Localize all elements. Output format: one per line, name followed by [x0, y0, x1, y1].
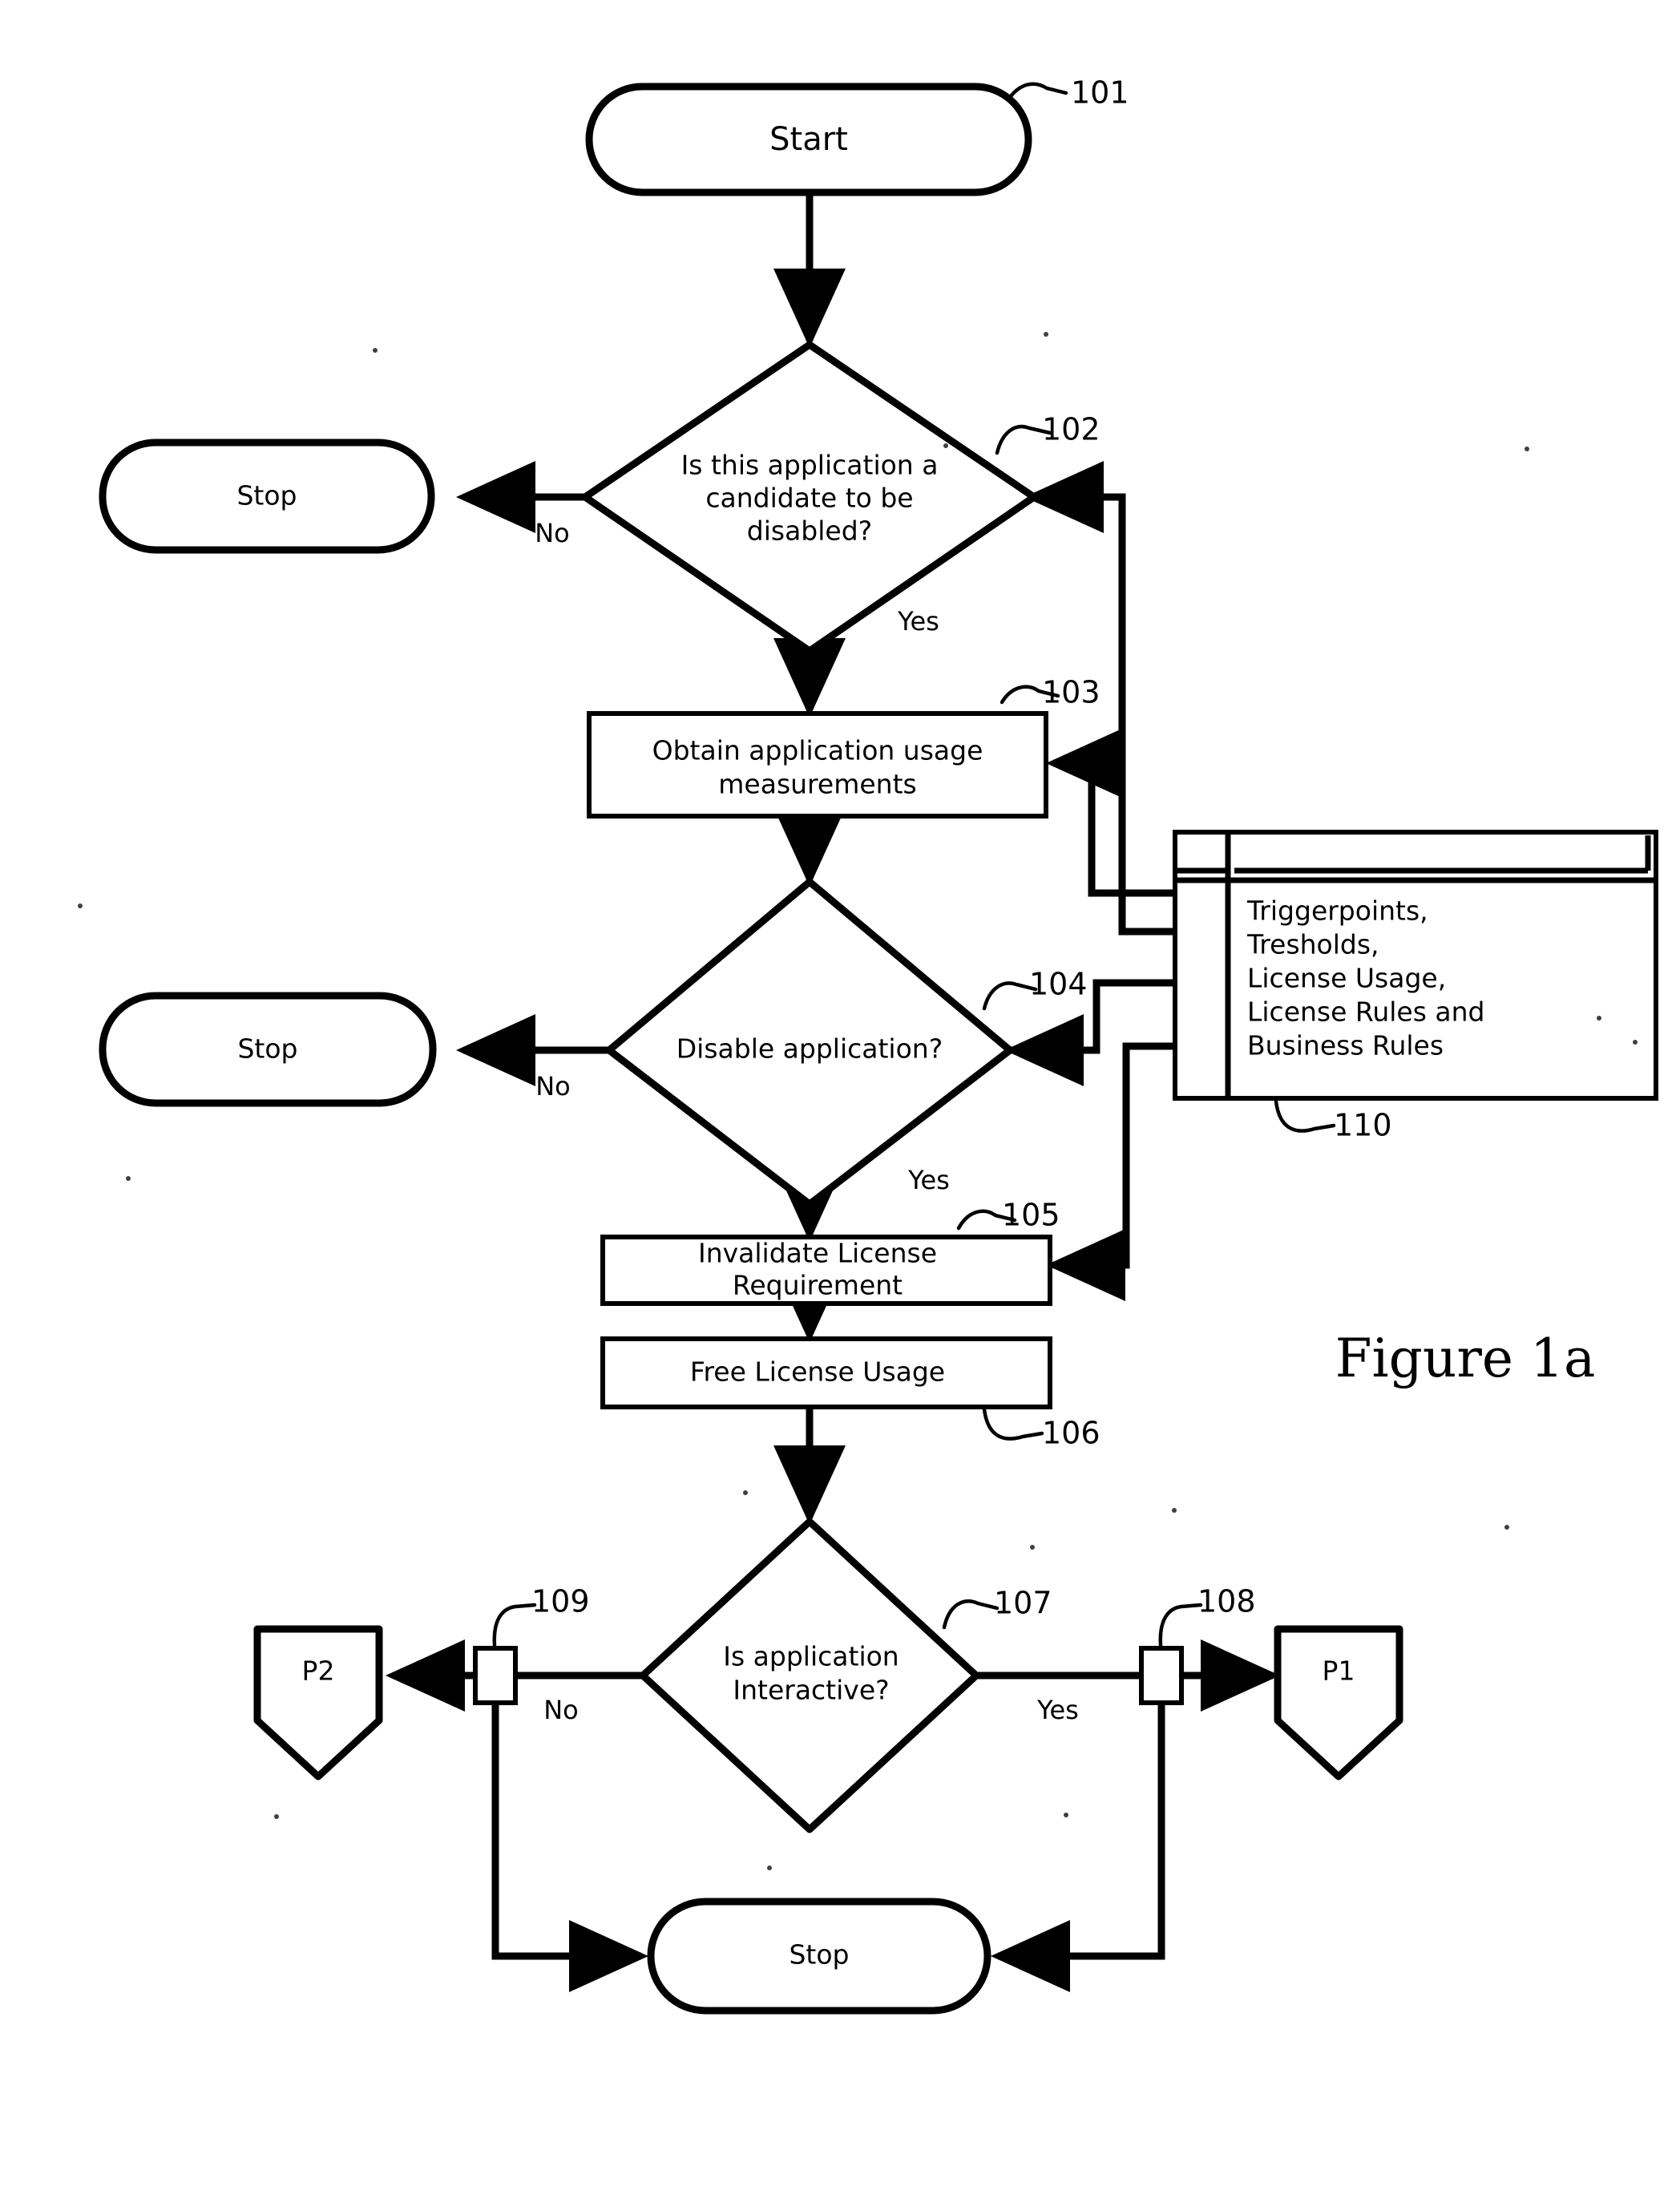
edge-label-interactive-yes: Yes — [1036, 1695, 1079, 1725]
node-data-store-line-1: Triggerpoints, — [1246, 895, 1428, 927]
node-decision-disable-label: Disable application? — [676, 1033, 943, 1065]
ref-label-110: 110 — [1334, 1108, 1392, 1143]
ref-label-106: 106 — [1042, 1416, 1100, 1451]
node-data-store-line-2: Tresholds, — [1246, 929, 1379, 960]
node-invalidate-license-line-2: Requirement — [733, 1270, 903, 1301]
node-stop-2[interactable]: Stop — [99, 992, 437, 1107]
edge-label-candidate-no: No — [535, 518, 570, 548]
node-free-license[interactable]: Free License Usage — [600, 1336, 1052, 1409]
node-start[interactable]: Start — [585, 83, 1032, 196]
node-decision-interactive-line-1: Is application — [723, 1641, 899, 1672]
node-invalidate-license-line-1: Invalidate License — [698, 1238, 937, 1269]
node-connector-p2[interactable]: P2 — [253, 1625, 383, 1781]
ref-label-102: 102 — [1042, 412, 1100, 447]
node-invalidate-license[interactable]: Invalidate License Requirement — [600, 1235, 1052, 1306]
edge-label-interactive-no: No — [543, 1695, 579, 1725]
node-decision-disable[interactable]: Disable application? — [605, 878, 1014, 1208]
ref-label-103: 103 — [1042, 675, 1100, 710]
node-junction-109[interactable] — [473, 1646, 518, 1705]
node-data-store-line-3: License Usage, — [1247, 963, 1446, 994]
figure-page: Start 101 Is this application a candidat… — [0, 0, 1680, 2195]
node-obtain-usage-line-1: Obtain application usage — [652, 735, 983, 766]
node-free-license-label: Free License Usage — [690, 1356, 945, 1388]
ref-leader-107: 107 — [942, 1586, 1052, 1630]
node-connector-p2-label: P2 — [302, 1655, 335, 1687]
node-decision-candidate-line-3: disabled? — [747, 515, 872, 547]
ref-label-101: 101 — [1071, 75, 1129, 111]
node-connector-p1[interactable]: P1 — [1274, 1625, 1403, 1781]
ref-leader-102: 102 — [995, 412, 1100, 455]
node-obtain-usage-line-2: measurements — [718, 769, 916, 800]
node-data-store[interactable]: Triggerpoints, Tresholds, License Usage,… — [1173, 830, 1658, 1101]
edge-label-candidate-yes: Yes — [897, 606, 939, 637]
node-data-store-line-4: License Rules and — [1247, 996, 1485, 1028]
node-start-label: Start — [769, 121, 848, 158]
node-stop-3[interactable]: Stop — [647, 1898, 991, 2015]
flowchart-svg: Start 101 Is this application a candidat… — [78, 75, 1658, 2015]
ref-label-108: 108 — [1197, 1584, 1256, 1619]
node-decision-candidate-line-1: Is this application a — [681, 450, 939, 481]
edge-store-to-candidate — [1024, 461, 1177, 936]
node-stop-3-label: Stop — [789, 1939, 849, 1971]
edge-store-to-invalidate — [1046, 1042, 1177, 1301]
node-stop-1-label: Stop — [236, 480, 297, 511]
ref-leader-101: 101 — [1006, 75, 1129, 111]
ref-leader-105: 105 — [956, 1198, 1060, 1233]
ref-label-109: 109 — [531, 1584, 590, 1619]
node-junction-108[interactable] — [1139, 1646, 1184, 1705]
ref-label-107: 107 — [994, 1586, 1052, 1621]
edge-store-to-obtain — [1046, 727, 1177, 897]
node-connector-p1-label: P1 — [1323, 1655, 1355, 1687]
node-stop-2-label: Stop — [237, 1033, 297, 1065]
ref-leader-103: 103 — [1000, 675, 1100, 710]
ref-leader-106: 106 — [982, 1407, 1100, 1451]
node-decision-candidate-line-2: candidate to be — [705, 483, 913, 514]
node-data-store-line-5: Business Rules — [1247, 1030, 1444, 1061]
node-obtain-usage[interactable]: Obtain application usage measurements — [587, 711, 1048, 819]
edge-junction109-to-stop — [491, 1701, 648, 1992]
ref-leader-109: 109 — [492, 1584, 590, 1647]
edge-junction108-to-stop — [991, 1701, 1165, 1992]
ref-leader-110: 110 — [1274, 1099, 1392, 1143]
edge-label-disable-no: No — [535, 1071, 571, 1102]
node-stop-1[interactable]: Stop — [99, 439, 435, 554]
node-decision-interactive-line-2: Interactive? — [733, 1675, 889, 1706]
figure-caption: Figure 1a — [1335, 1328, 1596, 1389]
edge-label-disable-yes: Yes — [907, 1165, 950, 1195]
ref-label-104: 104 — [1029, 967, 1088, 1002]
node-decision-candidate[interactable]: Is this application a candidate to be di… — [581, 341, 1038, 655]
ref-label-105: 105 — [1002, 1198, 1060, 1233]
ref-leader-108: 108 — [1158, 1584, 1256, 1647]
ref-leader-104: 104 — [982, 967, 1088, 1011]
node-decision-interactive[interactable]: Is application Interactive? — [639, 1518, 980, 1833]
